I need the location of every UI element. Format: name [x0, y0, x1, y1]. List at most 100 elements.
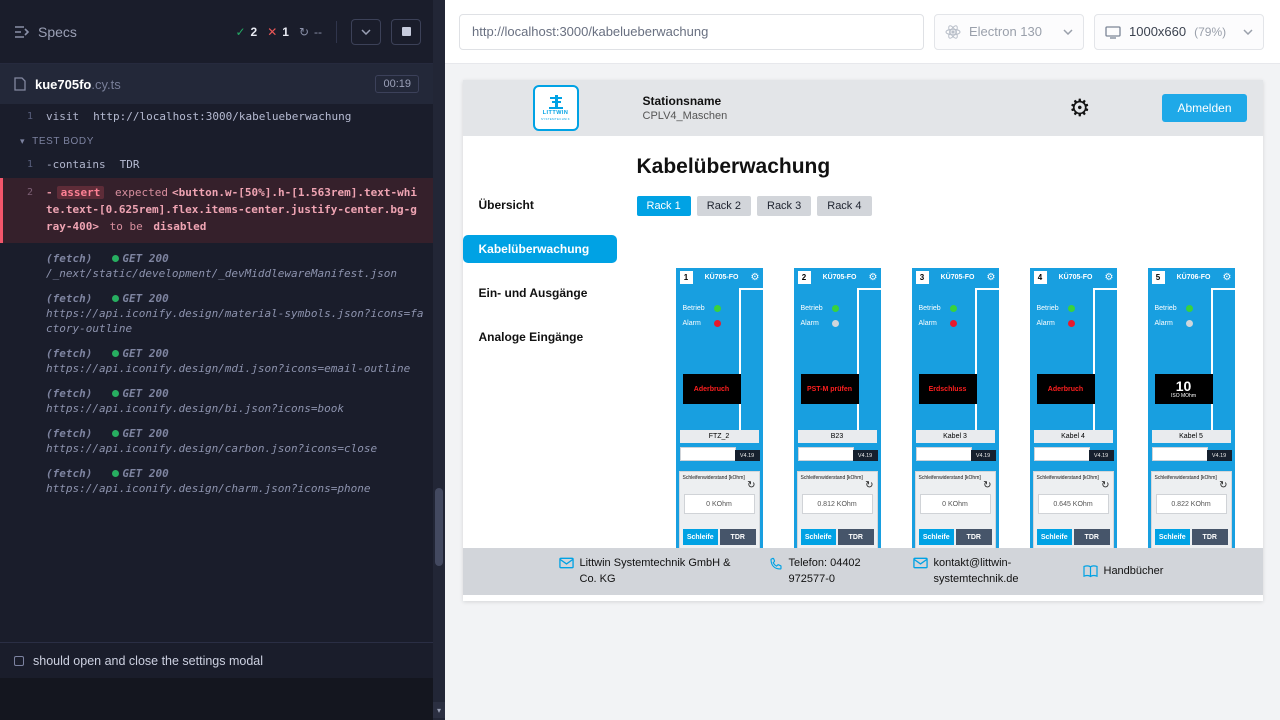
refresh-icon[interactable]: ↻	[747, 481, 755, 491]
schleife-button[interactable]: Schleife	[1155, 529, 1191, 545]
alarm-led	[1068, 320, 1075, 327]
reporter-scrollbar[interactable]: ▾	[433, 0, 445, 720]
tab-rack-4[interactable]: Rack 4	[817, 196, 871, 216]
divider	[1093, 288, 1117, 290]
tdr-button[interactable]: TDR	[838, 529, 874, 545]
chevron-down-icon	[1243, 29, 1253, 35]
test-body-section[interactable]: ▾ TEST BODY	[0, 127, 433, 154]
nav-item-uebersicht[interactable]: Übersicht	[463, 191, 619, 219]
viewport-select[interactable]: 1000x660 (79%)	[1094, 14, 1264, 50]
tdr-button[interactable]: TDR	[1074, 529, 1110, 545]
status-display: 10 ISO MOhm	[1155, 374, 1213, 404]
refresh-icon[interactable]: ↻	[1101, 481, 1109, 491]
iso-value: 10	[1176, 379, 1192, 393]
book-icon	[1083, 565, 1098, 578]
version-field	[1152, 447, 1208, 461]
schleife-button[interactable]: Schleife	[1037, 529, 1073, 545]
gear-icon[interactable]: ⚙	[987, 273, 996, 283]
gear-icon[interactable]: ⚙	[751, 273, 760, 283]
betrieb-led	[714, 305, 721, 312]
log-fetch-row[interactable]: (fetch)GET 200 https://api.iconify.desig…	[0, 341, 433, 381]
footer-phone: Telefon: 04402 972577-0	[769, 556, 889, 587]
station-label: Stationsname	[643, 94, 728, 108]
panel-bottom-strip	[0, 678, 433, 720]
cable-label: FTZ_2	[680, 430, 759, 443]
footer-manuals-link[interactable]: Handbücher	[1083, 564, 1164, 579]
specs-label: Specs	[38, 24, 77, 40]
footer-company: Littwin Systemtechnik GmbH & Co. KG	[559, 556, 745, 587]
tab-rack-2[interactable]: Rack 2	[697, 196, 751, 216]
page-title: Kabelüberwachung	[637, 155, 1263, 179]
browser-select[interactable]: Electron 130	[934, 14, 1084, 50]
log-fetch-row[interactable]: (fetch)GET 200 https://api.iconify.desig…	[0, 381, 433, 421]
next-test-row[interactable]: should open and close the settings modal	[0, 642, 433, 678]
specs-menu-button[interactable]: Specs	[14, 24, 77, 40]
fetch-url: https://api.iconify.design/material-symb…	[46, 306, 427, 336]
contains-command: -contains	[46, 156, 106, 173]
device-model: KÜ705-FO	[1047, 274, 1105, 281]
cable-label: Kabel 5	[1152, 430, 1231, 443]
schleife-button[interactable]: Schleife	[801, 529, 837, 545]
divider	[1211, 288, 1213, 430]
viewport-icon	[1105, 25, 1121, 39]
betrieb-led	[832, 305, 839, 312]
device-model: KÜ705-FO	[929, 274, 987, 281]
betrieb-led	[1186, 305, 1193, 312]
gear-icon[interactable]: ⚙	[869, 273, 878, 283]
tower-icon	[548, 95, 564, 109]
cable-label: Kabel 3	[916, 430, 995, 443]
logout-button[interactable]: Abmelden	[1162, 94, 1246, 122]
log-fetch-row[interactable]: (fetch)GET 200 https://api.iconify.desig…	[0, 461, 433, 501]
tab-rack-1[interactable]: Rack 1	[637, 196, 691, 216]
collapse-button[interactable]	[351, 19, 381, 45]
status-dot	[112, 255, 119, 262]
log-visit-row[interactable]: 1 visit http://localhost:3000/kabelueber…	[0, 106, 433, 127]
tdr-button[interactable]: TDR	[956, 529, 992, 545]
app-footer: Littwin Systemtechnik GmbH & Co. KG Tele…	[463, 548, 1263, 595]
alarm-led	[1186, 320, 1193, 327]
gear-icon[interactable]: ⚙	[1105, 273, 1114, 283]
scrollbar-down-arrow[interactable]: ▾	[433, 702, 445, 718]
cypress-runner-panel: Specs ✓2 ✕1 ↻-- kue705fo.cy.ts 00:19 1 v…	[0, 0, 433, 720]
version-badge: V4.19	[1207, 450, 1232, 461]
url-input[interactable]	[459, 14, 924, 50]
measurement-panel: Schleifenwiderstand [kOhm] ↻ 0 KOhm Schl…	[915, 471, 996, 548]
app-body: Übersicht Kabelüberwachung Ein- und Ausg…	[463, 136, 1263, 548]
status-dot	[112, 390, 119, 397]
refresh-icon[interactable]: ↻	[865, 481, 873, 491]
log-assert-row-failed[interactable]: 2 -assert expected<button.w-[50%].h-[1.5…	[0, 178, 433, 243]
nav-item-ein-und-ausgaenge[interactable]: Ein- und Ausgänge	[463, 279, 619, 307]
tdr-button[interactable]: TDR	[720, 529, 756, 545]
device-card: 2 KÜ705-FO ⚙ Betrieb Alarm PST-M prüfen	[794, 268, 881, 548]
schleife-button[interactable]: Schleife	[919, 529, 955, 545]
version-badge: V4.19	[735, 450, 760, 461]
spec-header[interactable]: kue705fo.cy.ts 00:19	[0, 64, 433, 104]
version-field	[680, 447, 736, 461]
tdr-button[interactable]: TDR	[1192, 529, 1228, 545]
divider	[1093, 288, 1095, 430]
log-fetch-row[interactable]: (fetch)GET 200 https://api.iconify.desig…	[0, 421, 433, 461]
log-fetch-row[interactable]: (fetch)GET 200 https://api.iconify.desig…	[0, 286, 433, 341]
app-under-test: LITTWIN SYSTEMTECHNIK Stationsname CPLV4…	[463, 80, 1263, 601]
gear-icon[interactable]: ⚙	[1223, 273, 1232, 283]
nav-item-analoge-eingaenge[interactable]: Analoge Eingänge	[463, 323, 619, 351]
stop-button[interactable]	[391, 19, 421, 45]
settings-gear-icon[interactable]: ⚙	[1069, 96, 1091, 120]
fetch-url: https://api.iconify.design/mdi.json?icon…	[46, 361, 427, 376]
refresh-icon[interactable]: ↻	[1219, 481, 1227, 491]
schleife-button[interactable]: Schleife	[683, 529, 719, 545]
scrollbar-thumb[interactable]	[435, 488, 443, 566]
log-contains-row[interactable]: 1 -contains TDR	[0, 154, 433, 175]
divider	[739, 288, 741, 430]
log-fetch-row[interactable]: (fetch)GET 200 /_next/static/development…	[0, 246, 433, 286]
device-model: KÜ706-FO	[1165, 274, 1223, 281]
divider	[975, 288, 999, 290]
refresh-icon[interactable]: ↻	[983, 481, 991, 491]
nav-item-kabelueberwachung[interactable]: Kabelüberwachung	[463, 235, 617, 263]
status-display: PST-M prüfen	[801, 374, 859, 404]
pending-stat: ↻--	[299, 25, 322, 39]
next-test-title: should open and close the settings modal	[33, 654, 263, 668]
tab-rack-3[interactable]: Rack 3	[757, 196, 811, 216]
contains-arg: TDR	[120, 156, 140, 173]
visit-url: http://localhost:3000/kabelueberwachung	[93, 108, 351, 125]
